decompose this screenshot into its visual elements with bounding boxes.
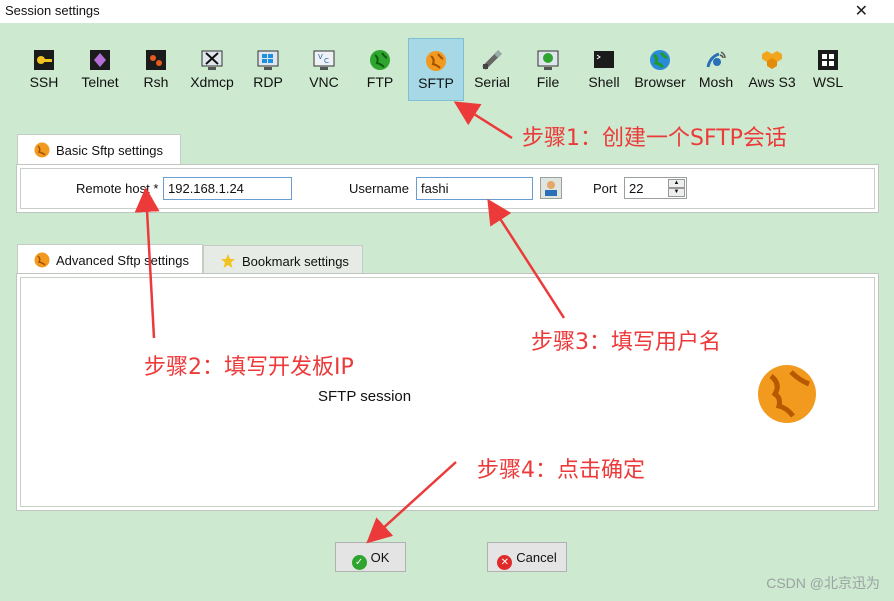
tab-basic-sftp-settings[interactable]: Basic Sftp settings bbox=[17, 134, 181, 164]
ftp-icon bbox=[370, 50, 390, 70]
session-type-xdmcp[interactable]: Xdmcp bbox=[184, 38, 240, 101]
session-type-rdp[interactable]: RDP bbox=[240, 38, 296, 101]
window-title: Session settings bbox=[5, 3, 100, 18]
cancel-icon: ✕ bbox=[497, 555, 513, 570]
session-type-shell[interactable]: Shell bbox=[576, 38, 632, 101]
xdmcp-icon bbox=[201, 50, 223, 70]
session-type-rsh[interactable]: Rsh bbox=[128, 38, 184, 101]
annotation-step4: 步骤4：点击确定 bbox=[477, 458, 645, 483]
session-caption: SFTP session bbox=[318, 388, 412, 405]
star-icon bbox=[221, 254, 235, 268]
sftp-globe-icon bbox=[758, 365, 816, 423]
port-label: Port bbox=[593, 181, 617, 196]
rdp-icon bbox=[257, 50, 279, 70]
session-type-telnet[interactable]: Telnet bbox=[72, 38, 128, 101]
tab-bookmark-settings[interactable]: Bookmark settings bbox=[203, 245, 363, 274]
annotation-step1: 步骤1：创建一个SFTP会话 bbox=[522, 126, 787, 151]
close-icon[interactable]: ✕ bbox=[855, 1, 868, 21]
sftp-icon bbox=[34, 142, 50, 158]
rsh-icon bbox=[146, 50, 166, 70]
port-stepper[interactable]: 22 ▲ ▼ bbox=[624, 177, 687, 199]
port-value: 22 bbox=[629, 181, 644, 196]
session-type-vnc[interactable]: VC VNC bbox=[296, 38, 352, 101]
session-type-sftp[interactable]: SFTP bbox=[408, 38, 464, 101]
svg-text:V: V bbox=[318, 53, 323, 61]
username-label: Username bbox=[349, 181, 409, 196]
session-type-browser[interactable]: Browser bbox=[632, 38, 688, 101]
mosh-icon bbox=[706, 51, 726, 68]
cancel-button[interactable]: ✕ Cancel bbox=[487, 542, 567, 572]
user-icon bbox=[545, 181, 557, 196]
session-type-file[interactable]: File bbox=[520, 38, 576, 101]
session-type-ssh[interactable]: SSH bbox=[16, 38, 72, 101]
file-icon bbox=[537, 50, 559, 70]
tab-advanced-sftp-settings[interactable]: Advanced Sftp settings bbox=[17, 244, 203, 274]
advanced-settings-panel bbox=[16, 273, 879, 511]
aws-s3-icon bbox=[762, 51, 782, 69]
remote-host-label: Remote host * bbox=[76, 181, 159, 196]
session-type-mosh[interactable]: Mosh bbox=[688, 38, 744, 101]
telnet-icon bbox=[90, 50, 110, 70]
user-picker-button[interactable] bbox=[540, 177, 562, 199]
session-type-wsl[interactable]: WSL bbox=[800, 38, 856, 101]
chevron-down-icon[interactable]: ▼ bbox=[668, 188, 685, 197]
arrow-step1 bbox=[453, 101, 513, 140]
shell-icon bbox=[594, 51, 614, 68]
key-icon bbox=[34, 50, 54, 70]
serial-icon bbox=[482, 50, 502, 70]
session-type-aws-s3[interactable]: Aws S3 bbox=[744, 38, 800, 101]
sftp-icon bbox=[426, 51, 446, 71]
chevron-up-icon[interactable]: ▲ bbox=[668, 179, 685, 188]
session-type-serial[interactable]: Serial bbox=[464, 38, 520, 101]
remote-host-input[interactable]: 192.168.1.24 bbox=[163, 177, 292, 200]
wsl-icon bbox=[818, 50, 838, 70]
browser-icon bbox=[650, 50, 670, 70]
title-bar: Session settings ✕ bbox=[0, 0, 894, 23]
username-input[interactable]: fashi bbox=[416, 177, 533, 200]
session-type-toolbar: SSH Telnet Rsh Xdmcp RDP VC VNC FTP SFTP… bbox=[0, 38, 894, 102]
sftp-icon bbox=[34, 252, 50, 268]
annotation-step3: 步骤3：填写用户名 bbox=[531, 330, 721, 355]
check-icon: ✓ bbox=[351, 555, 367, 570]
annotation-step2: 步骤2：填写开发板IP bbox=[144, 355, 354, 380]
svg-text:C: C bbox=[324, 57, 329, 65]
vnc-icon: VC bbox=[313, 50, 335, 70]
ok-button[interactable]: ✓ OK bbox=[335, 542, 406, 572]
watermark: CSDN @北京迅为 bbox=[766, 575, 880, 591]
session-type-ftp[interactable]: FTP bbox=[352, 38, 408, 101]
